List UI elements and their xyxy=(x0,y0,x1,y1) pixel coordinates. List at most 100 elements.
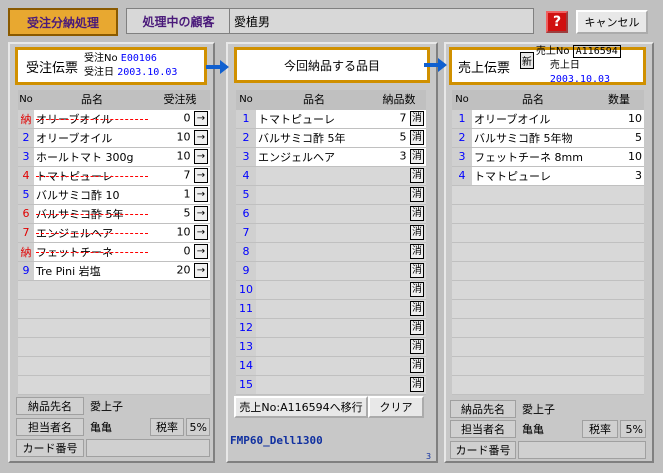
order-date-label: 受注日 xyxy=(84,67,114,78)
row-number: 11 xyxy=(236,299,256,319)
qty-cell: 消 xyxy=(372,185,426,205)
table-row: 納フェットチーネ 0 → xyxy=(18,242,210,262)
staff-value: 亀亀 xyxy=(522,423,544,436)
table-row: 4 消 xyxy=(236,166,426,186)
order-no-label: 受注No xyxy=(84,53,118,64)
delete-button[interactable]: 消 xyxy=(410,358,424,373)
empty-row xyxy=(452,318,644,338)
item-name: トマトピューレ xyxy=(34,166,150,186)
item-name[interactable] xyxy=(256,337,372,357)
help-button[interactable]: ? xyxy=(546,11,568,33)
delete-button[interactable]: 消 xyxy=(410,149,424,164)
item-name: バルサミコ酢 5年 xyxy=(34,204,150,224)
row-number: 納 xyxy=(18,109,34,129)
col-name-header: 品名 xyxy=(256,90,372,110)
empty-row xyxy=(18,375,210,395)
table-row: 3 フェットチーネ 8mm 10 xyxy=(452,147,644,167)
item-name[interactable] xyxy=(256,280,372,300)
table-row: 10 消 xyxy=(236,280,426,300)
qty-value: 10 xyxy=(176,225,191,239)
delete-button[interactable]: 消 xyxy=(410,168,424,183)
ship-to-label: 納品先名 xyxy=(16,397,84,415)
table-row: 13 消 xyxy=(236,337,426,357)
clear-button[interactable]: クリア xyxy=(368,396,424,418)
arrow-right-icon xyxy=(206,60,229,74)
delete-button[interactable]: 消 xyxy=(410,111,424,126)
col-no-header: No xyxy=(18,90,34,110)
cancel-button[interactable]: キャンセル xyxy=(576,10,648,34)
item-name[interactable] xyxy=(256,356,372,376)
item-name[interactable] xyxy=(256,185,372,205)
tax-label: 税率 xyxy=(582,420,618,438)
move-arrow-button[interactable]: → xyxy=(194,206,208,221)
delete-button[interactable]: 消 xyxy=(410,377,424,392)
delete-button[interactable]: 消 xyxy=(410,263,424,278)
card-field[interactable] xyxy=(86,439,210,457)
new-button[interactable]: 新 xyxy=(519,52,534,69)
row-number: 15 xyxy=(236,375,256,395)
row-number: 3 xyxy=(452,147,472,167)
move-arrow-button[interactable]: → xyxy=(194,149,208,164)
delete-button[interactable]: 消 xyxy=(410,244,424,259)
row-number: 4 xyxy=(236,166,256,186)
row-number: 1 xyxy=(452,109,472,129)
col-name-header: 品名 xyxy=(34,90,150,110)
item-name: トマトピューレ xyxy=(472,166,594,186)
move-arrow-button[interactable]: → xyxy=(194,263,208,278)
qty-cell: 10 → xyxy=(150,223,210,243)
item-name[interactable] xyxy=(256,299,372,319)
row-number: 3 xyxy=(18,147,34,167)
move-arrow-button[interactable]: → xyxy=(194,130,208,145)
qty-value[interactable]: 7 xyxy=(400,112,407,125)
staff-value: 亀亀 xyxy=(90,421,112,434)
move-arrow-button[interactable]: → xyxy=(194,244,208,259)
item-name[interactable] xyxy=(256,318,372,338)
table-row: 2 バルサミコ酢 5年物 5 xyxy=(452,128,644,148)
delete-button[interactable]: 消 xyxy=(410,187,424,202)
delete-button[interactable]: 消 xyxy=(410,206,424,221)
row-number: 13 xyxy=(236,337,256,357)
qty-cell: 消 xyxy=(372,242,426,262)
item-name[interactable] xyxy=(256,375,372,395)
qty-cell: 7 消 xyxy=(372,109,426,129)
move-arrow-button[interactable]: → xyxy=(194,111,208,126)
staff-label: 担当者名 xyxy=(450,420,516,438)
item-name[interactable] xyxy=(256,261,372,281)
table-row: 1 トマトピューレ 7 消 xyxy=(236,109,426,129)
col-qty-header: 数量 xyxy=(594,90,644,110)
row-number: 納 xyxy=(18,242,34,262)
transfer-button[interactable]: 売上No:A116594へ移行 xyxy=(234,396,368,418)
delete-button[interactable]: 消 xyxy=(410,225,424,240)
move-arrow-button[interactable]: → xyxy=(194,187,208,202)
empty-row xyxy=(452,337,644,357)
item-name[interactable] xyxy=(256,223,372,243)
tax-label: 税率 xyxy=(150,418,184,436)
item-name[interactable]: バルサミコ酢 5年 xyxy=(256,128,372,148)
item-name[interactable] xyxy=(256,166,372,186)
qty-cell: 3 消 xyxy=(372,147,426,167)
item-name[interactable]: トマトピューレ xyxy=(256,109,372,129)
sales-slip-box: 売上伝票 新 売上No A116594 売上日 2003.10.03 xyxy=(449,45,646,85)
item-name[interactable]: エンジェルヘア xyxy=(256,147,372,167)
delete-button[interactable]: 消 xyxy=(410,339,424,354)
delete-button[interactable]: 消 xyxy=(410,282,424,297)
move-arrow-button[interactable]: → xyxy=(194,168,208,183)
delete-button[interactable]: 消 xyxy=(410,130,424,145)
sale-no-label: 売上No xyxy=(535,46,570,57)
qty-value[interactable]: 3 xyxy=(400,150,407,163)
order-no: E00106 xyxy=(120,53,157,64)
qty-value: 20 xyxy=(176,263,191,277)
delete-button[interactable]: 消 xyxy=(410,320,424,335)
empty-row xyxy=(452,375,644,395)
item-name[interactable] xyxy=(256,242,372,262)
delivery-table: No 品名 納品数 1 トマトピューレ 7 消 2 バルサミコ酢 5年 5 消 3 エンジェル… xyxy=(236,90,426,395)
item-name[interactable] xyxy=(256,204,372,224)
delete-button[interactable]: 消 xyxy=(410,301,424,316)
row-number: 9 xyxy=(18,261,34,281)
move-arrow-button[interactable]: → xyxy=(194,225,208,240)
qty-value[interactable]: 5 xyxy=(400,131,407,144)
card-field[interactable] xyxy=(518,441,646,459)
row-number: 7 xyxy=(18,223,34,243)
table-row: 1 オリーブオイル 10 xyxy=(452,109,644,129)
table-row: 15 消 xyxy=(236,375,426,395)
